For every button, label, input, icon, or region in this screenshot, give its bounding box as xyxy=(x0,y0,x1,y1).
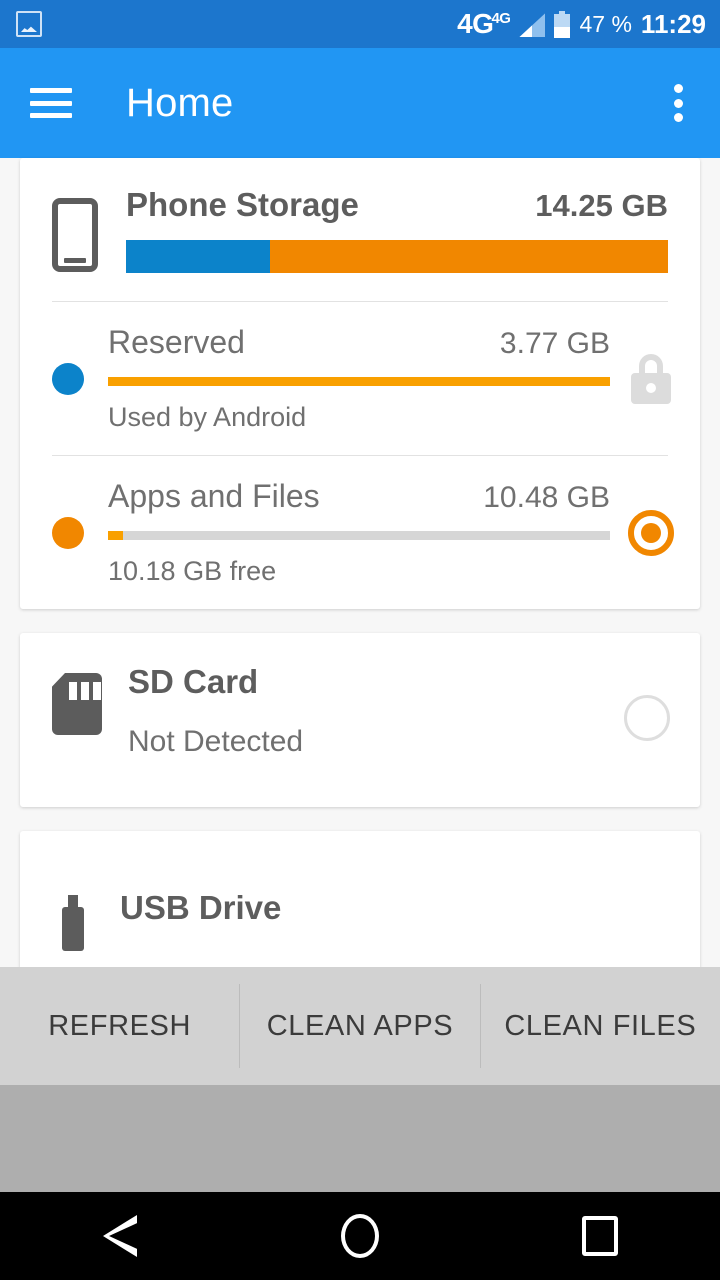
battery-percent-label: 47 % xyxy=(579,10,632,37)
phone-storage-header: Phone Storage 14.25 GB xyxy=(20,158,700,273)
system-navigation-bar xyxy=(0,1192,720,1280)
stacked-bar-segment-apps xyxy=(269,240,668,273)
sd-card-card[interactable]: SD Card Not Detected xyxy=(20,633,700,807)
sd-card-note: Not Detected xyxy=(128,725,304,758)
status-bar: 4G4G 47 % 11:29 xyxy=(0,0,720,48)
radio-button-checked-icon[interactable] xyxy=(628,509,674,556)
refresh-button[interactable]: REFRESH xyxy=(0,967,239,1085)
clean-apps-button[interactable]: CLEAN APPS xyxy=(240,967,479,1085)
hamburger-icon[interactable] xyxy=(30,88,72,118)
home-button[interactable] xyxy=(300,1192,420,1280)
signal-strength-icon xyxy=(517,11,546,37)
bottom-action-bar: REFRESH CLEAN APPS CLEAN FILES xyxy=(0,967,720,1085)
network-type-label: 4G4G xyxy=(457,8,511,39)
storage-row-apps-and-files[interactable]: Apps and Files 10.48 GB 10.18 GB free xyxy=(20,456,700,609)
row-name-reserved: Reserved xyxy=(108,324,245,360)
stacked-bar-segment-reserved xyxy=(126,240,270,273)
recents-icon xyxy=(582,1216,618,1256)
recents-button[interactable] xyxy=(540,1192,660,1280)
usb-drive-icon xyxy=(52,895,94,951)
battery-icon xyxy=(554,10,571,38)
radio-button-unchecked-icon[interactable] xyxy=(624,695,670,741)
phone-storage-size: 14.25 GB xyxy=(535,188,668,223)
network-type-text: 4G xyxy=(457,8,494,39)
app-bar: Home xyxy=(0,48,720,158)
row-size-reserved: 3.77 GB xyxy=(499,327,610,360)
clean-files-button[interactable]: CLEAN FILES xyxy=(481,967,720,1085)
sd-card-title: SD Card xyxy=(128,663,259,700)
phone-storage-card[interactable]: Phone Storage 14.25 GB Reserved 3.77 GB … xyxy=(20,158,700,609)
row-size-apps-and-files: 10.48 GB xyxy=(483,481,610,514)
network-type-superscript: 4G xyxy=(491,9,511,27)
back-button[interactable] xyxy=(60,1192,180,1280)
row-progress-reserved xyxy=(108,377,610,386)
app-screen: 4G4G 47 % 11:29 Home Phone Storage 14.25… xyxy=(0,0,720,1280)
row-note-reserved: Used by Android xyxy=(108,402,307,432)
usb-drive-title: USB Drive xyxy=(120,889,282,926)
back-icon xyxy=(103,1215,137,1257)
clock-label: 11:29 xyxy=(640,8,706,39)
bottom-filler-area xyxy=(0,1085,720,1192)
status-bar-left xyxy=(16,11,42,37)
status-bar-right: 4G4G 47 % 11:29 xyxy=(457,9,706,40)
sd-card-icon xyxy=(52,673,102,735)
legend-dot-reserved xyxy=(52,362,84,395)
row-progress-fill-reserved xyxy=(108,377,610,386)
storage-row-reserved[interactable]: Reserved 3.77 GB Used by Android xyxy=(20,302,700,455)
phone-icon xyxy=(52,198,98,272)
phone-storage-stacked-bar xyxy=(126,240,668,273)
row-name-apps-and-files: Apps and Files xyxy=(108,478,320,514)
row-progress-apps-and-files xyxy=(108,531,610,540)
home-icon xyxy=(341,1214,379,1258)
more-vert-icon[interactable] xyxy=(658,81,698,125)
lock-icon xyxy=(628,353,674,404)
legend-dot-apps-and-files xyxy=(52,516,84,549)
row-progress-fill-apps-and-files xyxy=(108,531,124,540)
row-note-apps-and-files: 10.18 GB free xyxy=(108,556,277,586)
page-title: Home xyxy=(126,80,234,125)
phone-storage-title: Phone Storage xyxy=(126,186,359,223)
image-icon xyxy=(16,11,42,37)
